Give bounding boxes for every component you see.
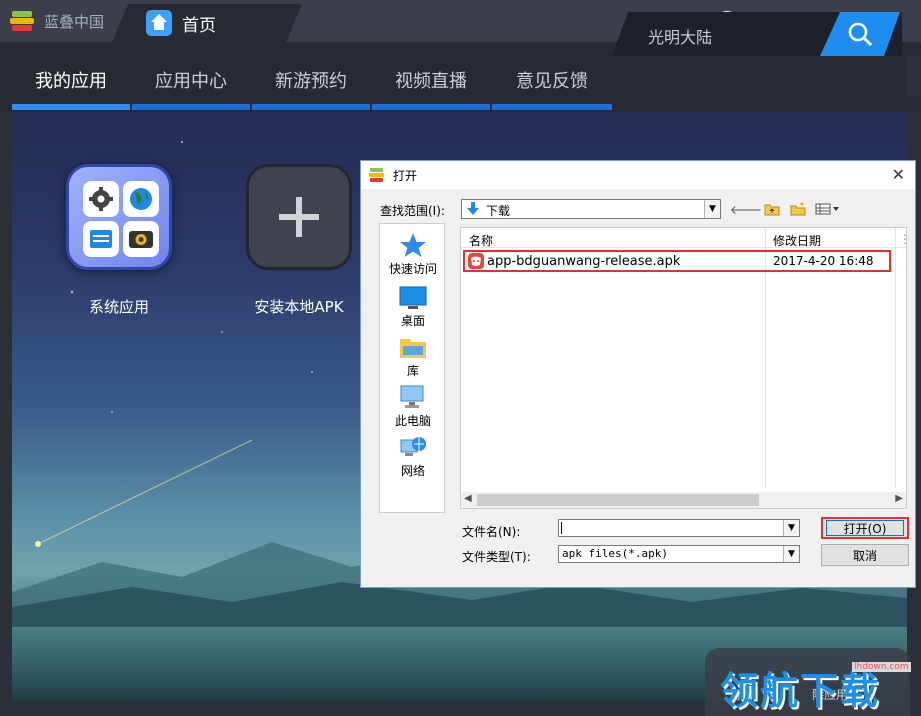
tab-feedback[interactable]: 意见反馈 xyxy=(492,54,612,110)
browser-globe-icon xyxy=(123,181,159,217)
install-apk-tile[interactable] xyxy=(246,164,352,270)
install-apk-label: 安装本地APK xyxy=(254,298,344,316)
file-modified: 2017-4-20 16:48 xyxy=(773,254,874,268)
search-text: 光明大陆 xyxy=(648,28,713,47)
text-cursor xyxy=(561,522,562,534)
scroll-right-icon[interactable]: ▶ xyxy=(895,493,903,504)
settings-gear-icon xyxy=(83,181,119,217)
place-label: 此电脑 xyxy=(394,414,431,428)
system-apps-tile[interactable] xyxy=(66,164,172,270)
tab-new-games[interactable]: 新游预约 xyxy=(252,54,370,110)
file-name: app-bdguanwang-release.apk xyxy=(487,254,681,269)
open-file-dialog: 打开 ✕ 查找范围(I): 下载 ▼ 🡐 快速访问 桌面 库 此电脑 网络 名称… xyxy=(360,160,916,588)
home-icon xyxy=(146,10,172,36)
brand-name: 蓝叠中国 xyxy=(44,12,105,31)
tab-home-label: 首页 xyxy=(182,15,216,36)
place-network[interactable]: 网络 xyxy=(380,434,446,479)
look-in-select[interactable]: 下载 ▼ xyxy=(461,199,721,219)
places-bar: 快速访问 桌面 库 此电脑 网络 xyxy=(379,223,445,513)
scroll-left-icon[interactable]: ◀ xyxy=(464,493,472,504)
camera-icon xyxy=(123,221,159,257)
bluestacks-small-icon xyxy=(369,168,384,182)
file-type-label: 文件类型(T): xyxy=(462,550,531,564)
library-folder-icon xyxy=(399,334,427,360)
file-type-value: apk files(*.apk) xyxy=(562,547,668,560)
back-arrow-icon[interactable]: 🡐 xyxy=(730,201,762,217)
chevron-down-icon: ▼ xyxy=(704,200,720,218)
file-manager-icon xyxy=(83,221,119,257)
place-quick-access[interactable]: 快速访问 xyxy=(380,232,446,277)
column-header-modified[interactable]: 修改日期 xyxy=(773,232,821,249)
file-type-select[interactable]: apk files(*.apk) ▼ xyxy=(558,545,800,563)
cancel-button[interactable]: 取消 xyxy=(821,544,909,566)
search-icon xyxy=(848,22,873,47)
column-divider xyxy=(895,228,896,488)
tab-video-live[interactable]: 视频直播 xyxy=(372,54,490,110)
file-name-input[interactable]: ▼ xyxy=(558,519,800,537)
up-folder-icon[interactable] xyxy=(763,201,781,217)
tab-my-apps[interactable]: 我的应用 xyxy=(12,54,130,110)
nav-scrollbar[interactable] xyxy=(907,56,921,96)
file-list-header: 名称 修改日期 ⋮ xyxy=(461,228,911,249)
cancel-button-label: 取消 xyxy=(852,548,877,563)
watermark-url: lhdown.com xyxy=(852,662,911,672)
horizontal-scrollbar[interactable]: ◀ ▶ xyxy=(461,492,906,508)
apk-file-icon xyxy=(468,253,484,269)
place-libraries[interactable]: 库 xyxy=(380,334,446,379)
system-apps-label: 系统应用 xyxy=(88,298,149,316)
column-header-name[interactable]: 名称 xyxy=(469,232,493,249)
network-globe-icon xyxy=(399,434,427,460)
look-in-label: 查找范围(I): xyxy=(380,204,445,218)
place-label: 桌面 xyxy=(400,314,425,328)
dialog-title: 打开 xyxy=(393,168,418,183)
place-desktop[interactable]: 桌面 xyxy=(380,284,446,329)
file-row[interactable]: app-bdguanwang-release.apk 2017-4-20 16:… xyxy=(463,250,891,272)
open-button-label: 打开(O) xyxy=(843,521,887,536)
dialog-close-icon[interactable]: ✕ xyxy=(892,165,905,184)
star-icon xyxy=(399,232,427,258)
view-menu-icon[interactable] xyxy=(815,201,841,217)
place-label: 网络 xyxy=(400,464,425,478)
scrollbar-thumb[interactable] xyxy=(477,494,759,506)
chevron-down-icon: ▼ xyxy=(783,546,799,562)
chevron-down-icon[interactable]: ▼ xyxy=(783,520,799,536)
file-name-label: 文件名(N): xyxy=(462,525,521,539)
download-arrow-icon xyxy=(467,202,479,215)
brand: 蓝叠中国 xyxy=(10,10,104,32)
tab-home[interactable]: 首页 xyxy=(112,4,302,42)
plus-icon xyxy=(279,197,319,237)
desktop-icon xyxy=(399,284,427,310)
new-folder-icon[interactable] xyxy=(789,201,807,217)
place-this-pc[interactable]: 此电脑 xyxy=(380,384,446,429)
look-in-value: 下载 xyxy=(486,204,511,218)
file-list[interactable]: 名称 修改日期 ⋮ app-bdguanwang-release.apk 201… xyxy=(460,227,911,509)
bluestacks-logo-icon xyxy=(10,11,36,31)
computer-icon xyxy=(399,384,427,410)
column-header-more: ⋮ xyxy=(899,232,911,246)
tab-app-center[interactable]: 应用中心 xyxy=(132,54,250,110)
dialog-title-bar: 打开 xyxy=(361,161,915,189)
open-button[interactable]: 打开(O) xyxy=(821,517,909,539)
place-label: 库 xyxy=(406,364,419,378)
place-label: 快速访问 xyxy=(388,262,437,276)
